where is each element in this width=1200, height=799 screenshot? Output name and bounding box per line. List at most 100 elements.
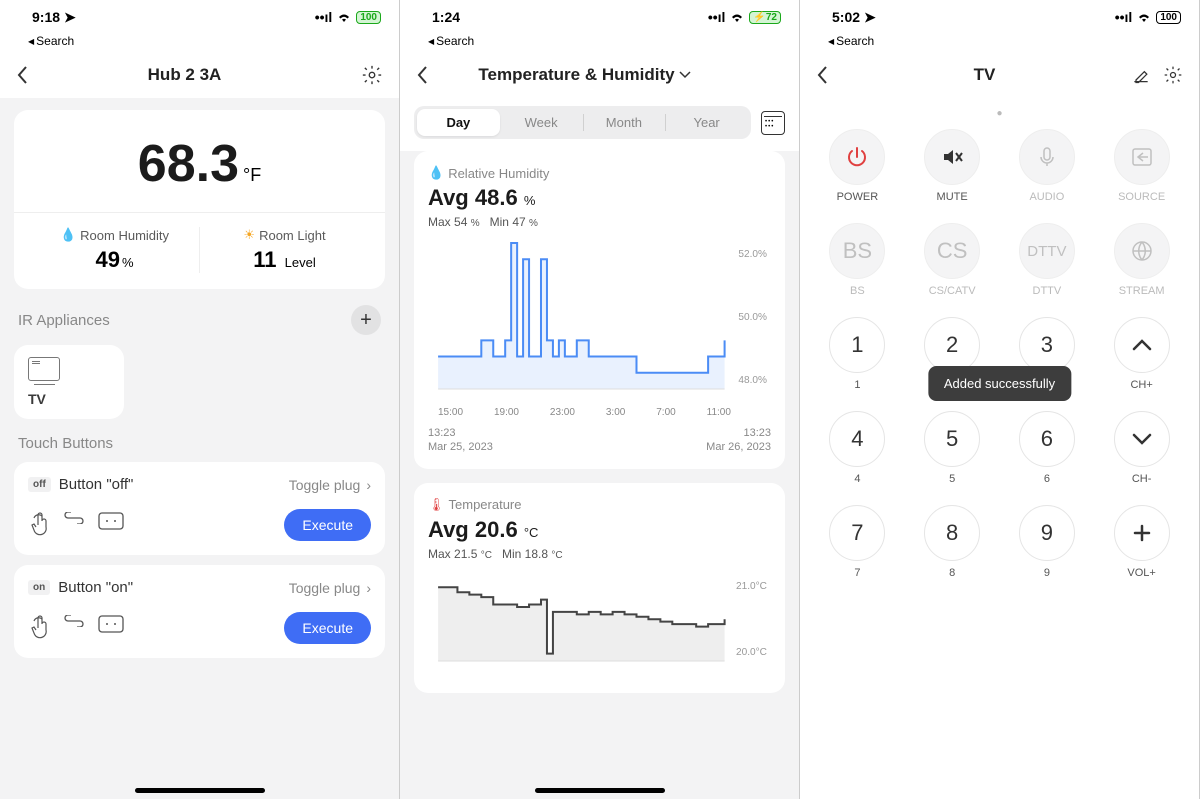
search-back[interactable]: Search (400, 34, 799, 52)
light-unit: Level (285, 255, 316, 270)
segment-week[interactable]: Week (500, 109, 583, 136)
remote-label: MUTE (937, 191, 968, 203)
back-button[interactable] (16, 65, 46, 85)
avg-label: Avg (428, 185, 469, 210)
search-back[interactable]: Search (800, 34, 1199, 52)
top-nav: Temperature & Humidity (400, 52, 799, 98)
remote-button[interactable] (829, 129, 885, 185)
remote-cell-1: 11 (829, 317, 885, 405)
remote-button[interactable] (1114, 505, 1170, 561)
remote-button[interactable]: 5 (924, 411, 980, 467)
touch-button-name: onButton "on" (28, 579, 133, 596)
status-time: 5:02 (832, 9, 860, 25)
remote-button[interactable]: 7 (829, 505, 885, 561)
avg-unit: % (524, 193, 536, 208)
max-unit: % (471, 218, 480, 229)
home-indicator[interactable] (535, 788, 665, 793)
touch-button-action[interactable]: Toggle plug› (289, 477, 371, 493)
humidity-value: 49 (95, 247, 119, 272)
svg-text:21.0°C: 21.0°C (736, 581, 767, 592)
remote-label: 6 (1044, 473, 1050, 485)
tap-icon (28, 512, 50, 538)
remote-button[interactable]: 9 (1019, 505, 1075, 561)
link-icon (64, 615, 84, 641)
remote-cell-8: 88 (924, 505, 980, 593)
remote-button[interactable]: 3 (1019, 317, 1075, 373)
light-metric: ☀Room Light 11 Level (200, 227, 369, 273)
search-back[interactable]: Search (0, 34, 399, 52)
remote-cell-power: POWER (829, 129, 885, 217)
min-label: Min (490, 215, 509, 229)
chevron-down-icon (679, 71, 691, 79)
gear-icon[interactable] (1163, 65, 1183, 85)
touch-section-title: Touch Buttons (18, 435, 113, 452)
location-icon: ➤ (864, 9, 876, 26)
touch-button-card: onButton "on" Toggle plug› Execute (14, 565, 385, 658)
sun-icon: ☀ (243, 227, 255, 243)
max-unit: °C (481, 550, 492, 561)
svg-text:52.0%: 52.0% (738, 249, 767, 260)
avg-unit: °C (524, 525, 539, 540)
top-nav: Hub 2 3A (0, 52, 399, 98)
min-value: 18.8 (525, 547, 548, 561)
max-label: Max (428, 215, 451, 229)
remote-label: CH+ (1130, 379, 1152, 391)
back-button[interactable] (416, 65, 446, 85)
remote-label: POWER (837, 191, 879, 203)
tv-icon (28, 357, 60, 381)
remote-button[interactable]: 8 (924, 505, 980, 561)
phone-temp-humidity: 1:24 ••ıl ⚡72 Search Temperature & Humid… (400, 0, 800, 799)
add-appliance-button[interactable]: + (351, 305, 381, 335)
remote-cell-source: SOURCE (1114, 129, 1170, 217)
svg-text:50.0%: 50.0% (738, 312, 767, 323)
remote-label: STREAM (1119, 285, 1165, 297)
battery-icon: 100 (1156, 11, 1181, 24)
execute-button[interactable]: Execute (284, 612, 371, 644)
remote-label: AUDIO (1029, 191, 1064, 203)
appliance-tv[interactable]: TV (14, 345, 124, 419)
page-title[interactable]: Temperature & Humidity (446, 65, 723, 85)
segment-year[interactable]: Year (665, 109, 748, 136)
remote-cell-stream: STREAM (1114, 223, 1170, 311)
chevron-right-icon: › (366, 580, 371, 596)
min-value: 47 (512, 215, 525, 229)
avg-label: Avg (428, 517, 469, 542)
temperature-value: 68.3 (138, 135, 239, 193)
remote-cell-ch-: CH+ (1114, 317, 1170, 405)
segment-day[interactable]: Day (417, 109, 500, 136)
remote-button[interactable] (1114, 411, 1170, 467)
remote-button[interactable]: 1 (829, 317, 885, 373)
humidity-chart: 52.0%50.0%48.0% (428, 237, 771, 407)
battery-icon: ⚡72 (749, 11, 781, 24)
gear-icon[interactable] (361, 64, 383, 86)
status-bar: 5:02➤ ••ıl 100 (800, 0, 1199, 34)
location-icon: ➤ (64, 9, 76, 26)
execute-button[interactable]: Execute (284, 509, 371, 541)
remote-button[interactable] (1114, 317, 1170, 373)
calendar-icon[interactable] (761, 111, 785, 135)
humidity-chart-label: Relative Humidity (448, 166, 549, 181)
remote-label: 5 (949, 473, 955, 485)
remote-label: 8 (949, 567, 955, 579)
touch-button-action[interactable]: Toggle plug› (289, 580, 371, 596)
temp-chart-label: Temperature (449, 497, 522, 512)
remote-button[interactable]: 6 (1019, 411, 1075, 467)
status-bar: 1:24 ••ıl ⚡72 (400, 0, 799, 34)
x-tick: 11:00 (707, 407, 731, 418)
remote-button[interactable]: 4 (829, 411, 885, 467)
remote-button[interactable]: 2 (924, 317, 980, 373)
plug-icon (98, 512, 124, 538)
status-time: 9:18 (32, 9, 60, 25)
mute-icon (940, 145, 964, 169)
link-icon (64, 512, 84, 538)
remote-label: 1 (854, 379, 860, 391)
status-bar: 9:18 ➤ ••ıl 100 (0, 0, 399, 34)
remote-button: BS (829, 223, 885, 279)
segment-month[interactable]: Month (583, 109, 666, 136)
edit-icon[interactable] (1131, 65, 1151, 85)
back-button[interactable] (816, 65, 846, 85)
remote-button[interactable] (924, 129, 980, 185)
remote-cell-7: 77 (829, 505, 885, 593)
up-icon (1132, 338, 1152, 352)
home-indicator[interactable] (135, 788, 265, 793)
